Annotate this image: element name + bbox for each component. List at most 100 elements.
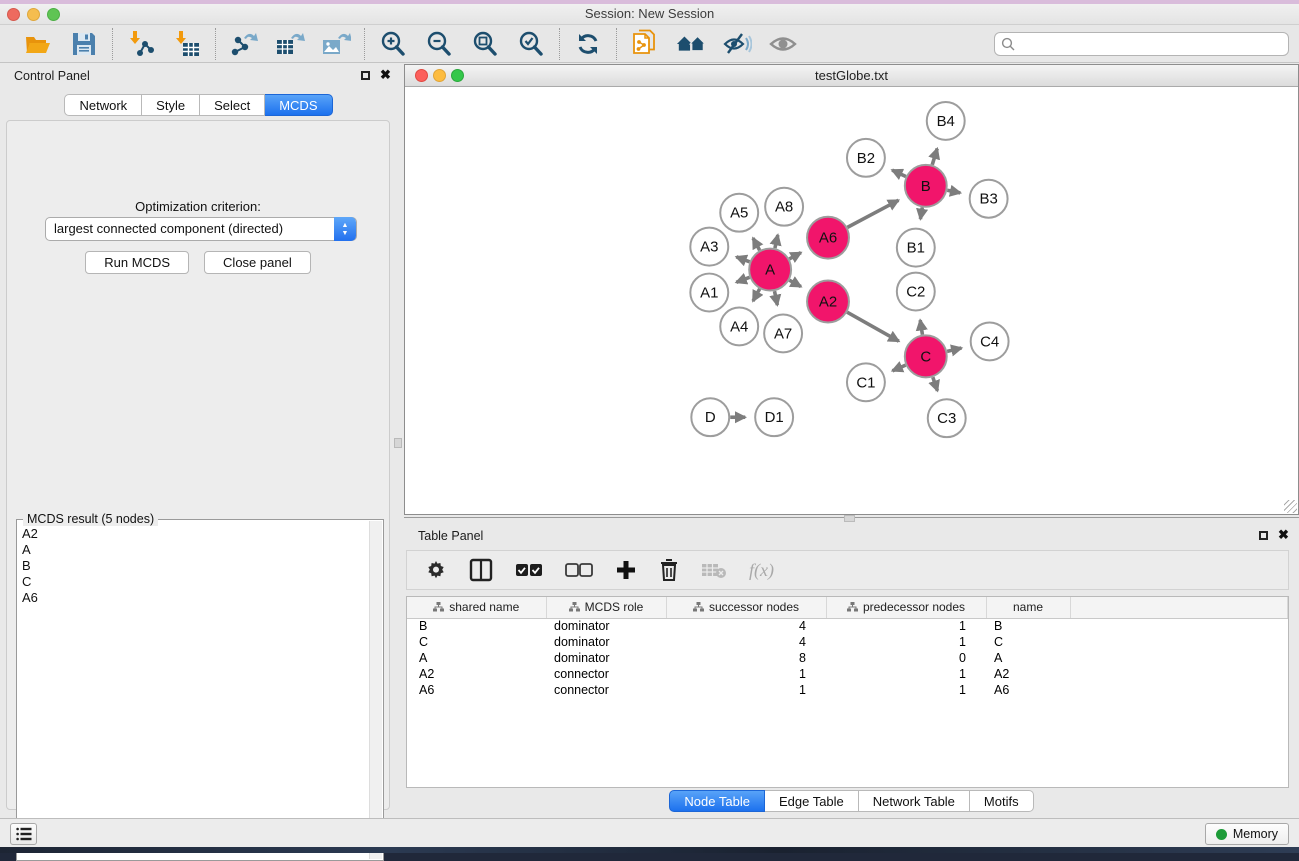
table-header-row[interactable]: shared name MCDS role successor nodes pr… <box>407 597 1288 618</box>
node-C[interactable]: C <box>905 335 947 377</box>
mcds-result-list[interactable]: A2ABCA6 <box>18 526 369 859</box>
close-panel-button[interactable]: Close panel <box>204 251 311 274</box>
node-B4[interactable]: B4 <box>927 102 965 140</box>
column-header-name[interactable]: name <box>986 597 1070 618</box>
save-session-icon[interactable] <box>69 29 99 59</box>
node-A2[interactable]: A2 <box>807 281 849 323</box>
zoom-in-icon[interactable] <box>378 29 408 59</box>
select-all-icon[interactable] <box>515 562 543 578</box>
horizontal-split-divider[interactable] <box>404 515 1299 524</box>
export-table-icon[interactable] <box>275 29 305 59</box>
open-file-icon[interactable] <box>23 29 53 59</box>
tab-network[interactable]: Network <box>64 94 142 116</box>
network-graph[interactable]: B4B2BB3A5A8A6A3AB1A1A2C2A4A7C4CC1DD1C3 <box>406 88 1297 513</box>
edge-A-A5[interactable] <box>753 238 760 250</box>
add-column-icon[interactable] <box>615 559 637 581</box>
zoom-window-button[interactable] <box>451 69 464 82</box>
export-image-icon[interactable] <box>321 29 351 59</box>
tab-node-table[interactable]: Node Table <box>669 790 765 812</box>
edge-A2-C[interactable] <box>847 312 899 341</box>
column-header-successor-nodes[interactable]: successor nodes <box>666 597 826 618</box>
minimize-window-button[interactable] <box>433 69 446 82</box>
node-A7[interactable]: A7 <box>764 314 802 352</box>
close-window-button[interactable] <box>7 8 20 21</box>
zoom-selected-icon[interactable] <box>516 29 546 59</box>
edge-C-C2[interactable] <box>920 320 922 335</box>
edge-A-A3[interactable] <box>736 257 749 262</box>
edge-A-A7[interactable] <box>775 291 778 305</box>
node-B2[interactable]: B2 <box>847 139 885 177</box>
edge-B-B4[interactable] <box>932 149 937 165</box>
divider-handle[interactable] <box>394 438 402 448</box>
node-A1[interactable]: A1 <box>690 274 728 312</box>
edge-B-B2[interactable] <box>892 170 906 176</box>
result-item[interactable]: C <box>22 574 369 590</box>
edge-A-A1[interactable] <box>736 277 749 282</box>
close-panel-icon[interactable]: ✖ <box>1278 527 1289 543</box>
clone-network-icon[interactable] <box>630 29 660 59</box>
node-A3[interactable]: A3 <box>690 228 728 266</box>
search-input[interactable] <box>1015 37 1282 51</box>
close-panel-icon[interactable]: ✖ <box>380 67 391 83</box>
task-history-button[interactable] <box>10 823 37 845</box>
memory-button[interactable]: Memory <box>1205 823 1289 845</box>
table-row[interactable]: Bdominator41B <box>407 618 1288 634</box>
minimize-window-button[interactable] <box>27 8 40 21</box>
node-C4[interactable]: C4 <box>971 322 1009 360</box>
edge-B-B1[interactable] <box>920 207 922 219</box>
edge-C-C1[interactable] <box>892 365 905 371</box>
tab-style[interactable]: Style <box>142 94 200 116</box>
run-mcds-button[interactable]: Run MCDS <box>85 251 189 274</box>
tab-motifs[interactable]: Motifs <box>970 790 1034 812</box>
table-row[interactable]: A6connector11A6 <box>407 682 1288 698</box>
zoom-window-button[interactable] <box>47 8 60 21</box>
edge-A-A2[interactable] <box>789 280 801 286</box>
column-panel-icon[interactable] <box>469 558 493 582</box>
hide-selected-icon[interactable] <box>722 29 752 59</box>
edge-A-A8[interactable] <box>775 235 778 248</box>
node-A4[interactable]: A4 <box>720 307 758 345</box>
result-item[interactable]: B <box>22 558 369 574</box>
table-row[interactable]: Cdominator41C <box>407 634 1288 650</box>
network-canvas[interactable]: B4B2BB3A5A8A6A3AB1A1A2C2A4A7C4CC1DD1C3 <box>406 88 1297 513</box>
tab-select[interactable]: Select <box>200 94 265 116</box>
import-table-icon[interactable] <box>172 29 202 59</box>
network-window-titlebar[interactable]: testGlobe.txt <box>405 65 1298 87</box>
node-A[interactable]: A <box>749 249 791 291</box>
search-field[interactable] <box>994 32 1289 56</box>
edge-A6-B[interactable] <box>847 200 898 227</box>
edge-C-C4[interactable] <box>947 348 961 351</box>
zoom-out-icon[interactable] <box>424 29 454 59</box>
edge-A-A6[interactable] <box>789 253 801 259</box>
result-item[interactable]: A <box>22 542 369 558</box>
export-network-icon[interactable] <box>229 29 259 59</box>
edge-B-B3[interactable] <box>947 190 960 193</box>
node-D[interactable]: D <box>691 398 729 436</box>
table-row[interactable]: A2connector11A2 <box>407 666 1288 682</box>
float-panel-icon[interactable] <box>361 71 370 80</box>
tab-network-table[interactable]: Network Table <box>859 790 970 812</box>
tab-mcds[interactable]: MCDS <box>265 94 332 116</box>
float-panel-icon[interactable] <box>1259 531 1268 540</box>
node-B3[interactable]: B3 <box>970 180 1008 218</box>
close-window-button[interactable] <box>415 69 428 82</box>
import-network-icon[interactable] <box>126 29 156 59</box>
column-header-shared-name[interactable]: shared name <box>407 597 546 618</box>
result-item[interactable]: A2 <box>22 526 369 542</box>
gear-icon[interactable] <box>425 559 447 581</box>
delete-icon[interactable] <box>659 558 679 582</box>
result-item[interactable]: A6 <box>22 590 369 606</box>
node-C3[interactable]: C3 <box>928 399 966 437</box>
divider-handle[interactable] <box>844 515 855 522</box>
node-B[interactable]: B <box>905 165 947 207</box>
node-B1[interactable]: B1 <box>897 229 935 267</box>
zoom-fit-icon[interactable] <box>470 29 500 59</box>
node-D1[interactable]: D1 <box>755 398 793 436</box>
node-A6[interactable]: A6 <box>807 217 849 259</box>
criterion-dropdown[interactable]: largest connected component (directed) ▲… <box>45 217 357 241</box>
edge-C-C3[interactable] <box>933 377 938 391</box>
tab-edge-table[interactable]: Edge Table <box>765 790 859 812</box>
column-header-predecessor-nodes[interactable]: predecessor nodes <box>826 597 986 618</box>
result-scrollbar[interactable] <box>369 521 382 859</box>
show-all-icon[interactable] <box>768 29 798 59</box>
